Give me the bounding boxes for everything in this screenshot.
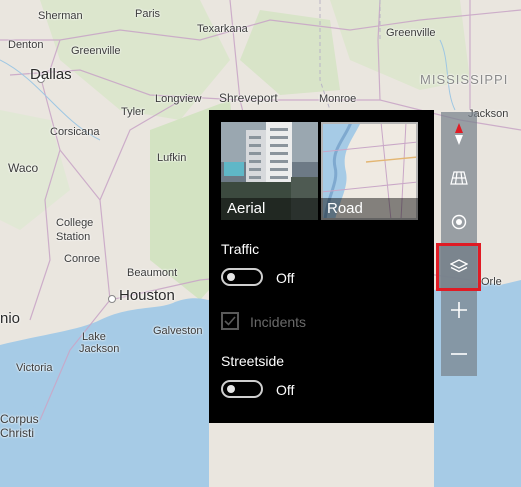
- traffic-toggle-state: Off: [276, 270, 295, 286]
- city-label: Lufkin: [157, 152, 187, 164]
- layers-icon: [449, 259, 468, 273]
- compass-button[interactable]: [441, 114, 477, 154]
- checkmark-icon: [224, 316, 236, 326]
- city-label: Jackson: [79, 343, 120, 355]
- map-layers-button[interactable]: [436, 243, 481, 291]
- aerial-style-option[interactable]: Aerial: [221, 122, 318, 220]
- toggle-knob: [227, 273, 235, 281]
- zoom-out-button[interactable]: [441, 334, 477, 374]
- streetside-toggle[interactable]: [221, 380, 263, 398]
- tilt-3d-button[interactable]: [441, 158, 477, 198]
- city-label: Monroe: [319, 93, 357, 105]
- city-label: College: [56, 217, 94, 229]
- road-style-option[interactable]: Road: [321, 122, 418, 220]
- state-label: MISSISSIPPI: [420, 72, 509, 87]
- city-label-major: Dallas: [30, 66, 72, 83]
- city-label: Station: [56, 231, 91, 243]
- streetside-label: Streetside: [221, 353, 285, 369]
- map-controls-toolbar: [436, 112, 481, 376]
- city-label: Texarkana: [197, 23, 248, 35]
- city-label: Christi: [0, 426, 35, 440]
- streetside-toggle-state: Off: [276, 382, 295, 398]
- zoom-in-button[interactable]: [441, 290, 477, 330]
- city-label: Denton: [8, 39, 44, 51]
- map-layers-panel: Aerial Road Traffic Off Incidents Street…: [209, 110, 434, 423]
- aerial-label: Aerial: [221, 198, 318, 220]
- city-label: Victoria: [16, 362, 53, 374]
- city-label: Sherman: [38, 10, 83, 22]
- compass-icon: [455, 123, 463, 145]
- location-icon: [451, 214, 467, 230]
- city-label: Greenville: [386, 27, 436, 39]
- incidents-label: Incidents: [250, 314, 307, 330]
- city-label: Longview: [155, 93, 202, 105]
- city-label: Waco: [8, 161, 39, 175]
- my-location-button[interactable]: [441, 202, 477, 242]
- city-label: Corsicana: [50, 126, 100, 138]
- 3d-grid-icon: [450, 171, 468, 185]
- minus-icon: [451, 353, 467, 355]
- plus-icon: [451, 302, 467, 318]
- city-label: Conroe: [64, 253, 101, 265]
- toggle-knob: [227, 385, 235, 393]
- city-label: Orle: [481, 276, 502, 288]
- incidents-checkbox[interactable]: [221, 312, 239, 330]
- city-label: Greenville: [71, 45, 121, 57]
- city-label: Corpus: [0, 412, 39, 426]
- city-label: Paris: [135, 8, 161, 20]
- city-label: Beaumont: [127, 267, 178, 279]
- city-label: Tyler: [121, 106, 145, 118]
- road-label: Road: [321, 198, 418, 220]
- traffic-label: Traffic: [221, 241, 260, 257]
- city-label: Galveston: [153, 325, 203, 337]
- city-label: Lake: [82, 331, 106, 343]
- houston-pin: [108, 295, 116, 303]
- city-label: Shreveport: [219, 91, 278, 105]
- city-label-major: Houston: [119, 287, 175, 304]
- traffic-toggle[interactable]: [221, 268, 263, 286]
- city-label-major: nio: [0, 310, 21, 327]
